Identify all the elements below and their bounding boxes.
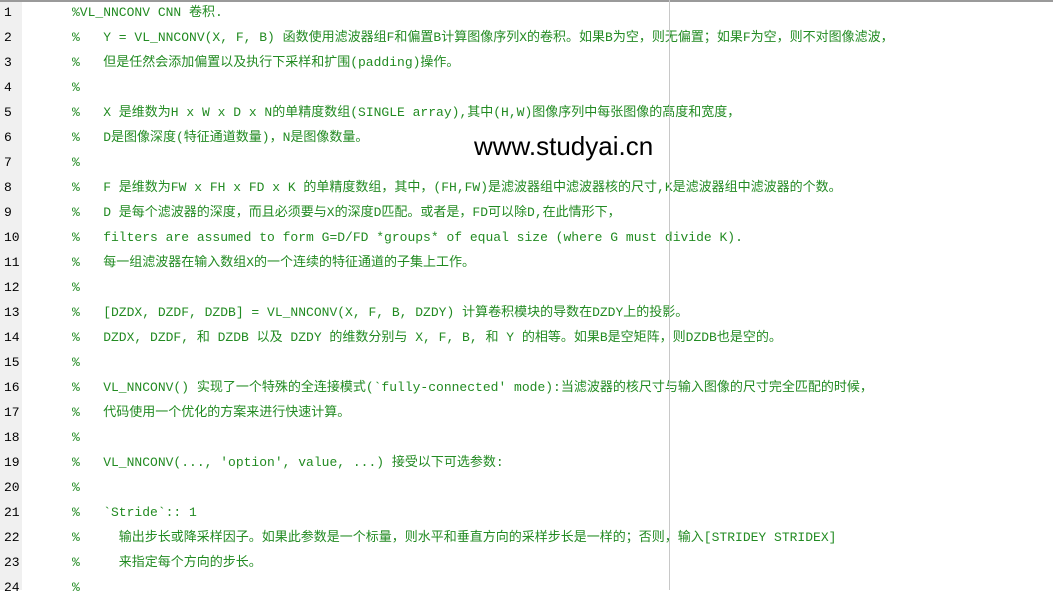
comment-text: % 每一组滤波器在输入数组X的一个连续的特征通道的子集上工作。 xyxy=(72,255,476,270)
line-number: 18 xyxy=(4,430,20,445)
line-number: 11 xyxy=(4,255,20,270)
code-line[interactable]: 2 % Y = VL_NNCONV(X, F, B) 函数使用滤波器组F和偏置B计… xyxy=(0,25,1053,50)
comment-text: % Y = VL_NNCONV(X, F, B) 函数使用滤波器组F和偏置B计算… xyxy=(72,30,894,45)
code-line[interactable]: 17 % 代码使用一个优化的方案来进行快速计算。 xyxy=(0,400,1053,425)
comment-text: % X 是维数为H x W x D x N的单精度数组(SINGLE array… xyxy=(72,105,741,120)
line-number: 22 xyxy=(4,530,20,545)
comment-text: % DZDX, DZDF, 和 DZDB 以及 DZDY 的维数分别与 X, F… xyxy=(72,330,782,345)
code-line[interactable]: 4% xyxy=(0,75,1053,100)
code-line[interactable]: 22 % 输出步长或降采样因子。如果此参数是一个标量，则水平和垂直方向的采样步长是… xyxy=(0,525,1053,550)
code-line[interactable]: 18% xyxy=(0,425,1053,450)
line-number: 1 xyxy=(4,5,12,20)
line-number: 8 xyxy=(4,180,12,195)
comment-text: % xyxy=(72,430,80,445)
code-line[interactable]: 3 % 但是任然会添加偏置以及执行下采样和扩围(padding)操作。 xyxy=(0,50,1053,75)
code-line[interactable]: 16 % VL_NNCONV() 实现了一个特殊的全连接模式(`fully-con… xyxy=(0,375,1053,400)
right-margin-line xyxy=(669,0,670,590)
line-number: 2 xyxy=(4,30,12,45)
comment-text: % VL_NNCONV(..., 'option', value, ...) 接… xyxy=(72,455,504,470)
code-line[interactable]: 13 % [DZDX, DZDF, DZDB] = VL_NNCONV(X, F,… xyxy=(0,300,1053,325)
comment-text: % D 是每个滤波器的深度，而且必须要与X的深度D匹配。或者是，FD可以除D,在… xyxy=(72,205,621,220)
code-line[interactable]: 11 % 每一组滤波器在输入数组X的一个连续的特征通道的子集上工作。 xyxy=(0,250,1053,275)
code-line[interactable]: 20% xyxy=(0,475,1053,500)
line-number: 12 xyxy=(4,280,20,295)
code-line[interactable]: 24% xyxy=(0,575,1053,600)
line-number: 24 xyxy=(4,580,20,595)
line-number: 17 xyxy=(4,405,20,420)
line-number: 19 xyxy=(4,455,20,470)
comment-text: % xyxy=(72,580,80,595)
watermark: www.studyai.cn xyxy=(474,131,654,161)
comment-text: % xyxy=(72,280,80,295)
comment-text: % xyxy=(72,480,80,495)
code-line[interactable]: 1 %VL_NNCONV CNN 卷积. xyxy=(0,0,1053,25)
comment-text: % xyxy=(72,355,80,370)
line-number: 20 xyxy=(4,480,20,495)
code-line[interactable]: 15% xyxy=(0,350,1053,375)
comment-text: % 输出步长或降采样因子。如果此参数是一个标量，则水平和垂直方向的采样步长是一样… xyxy=(72,530,837,545)
code-line[interactable]: 8 % F 是维数为FW x FH x FD x K 的单精度数组，其中，(FH,… xyxy=(0,175,1053,200)
code-line[interactable]: 23 % 来指定每个方向的步长。 xyxy=(0,550,1053,575)
line-number: 5 xyxy=(4,105,12,120)
line-number: 4 xyxy=(4,80,12,95)
code-line[interactable]: 10 % filters are assumed to form G=D/FD *… xyxy=(0,225,1053,250)
line-number: 15 xyxy=(4,355,20,370)
line-number: 6 xyxy=(4,130,12,145)
line-number: 7 xyxy=(4,155,12,170)
comment-text: % 但是任然会添加偏置以及执行下采样和扩围(padding)操作。 xyxy=(72,55,460,70)
comment-text: % 来指定每个方向的步长。 xyxy=(72,555,262,570)
line-number: 10 xyxy=(4,230,20,245)
comment-text: % `Stride`:: 1 xyxy=(72,505,197,520)
code-line[interactable]: 9 % D 是每个滤波器的深度，而且必须要与X的深度D匹配。或者是，FD可以除D,… xyxy=(0,200,1053,225)
line-number: 16 xyxy=(4,380,20,395)
code-line[interactable]: 5 % X 是维数为H x W x D x N的单精度数组(SINGLE arra… xyxy=(0,100,1053,125)
line-number: 9 xyxy=(4,205,12,220)
comment-text: % [DZDX, DZDF, DZDB] = VL_NNCONV(X, F, B… xyxy=(72,305,689,320)
comment-text: % VL_NNCONV() 实现了一个特殊的全连接模式(`fully-conne… xyxy=(72,380,873,395)
line-number: 13 xyxy=(4,305,20,320)
line-number: 23 xyxy=(4,555,20,570)
comment-text: % xyxy=(72,155,80,170)
code-line[interactable]: 14 % DZDX, DZDF, 和 DZDB 以及 DZDY 的维数分别与 X,… xyxy=(0,325,1053,350)
line-number: 3 xyxy=(4,55,12,70)
comment-text: % filters are assumed to form G=D/FD *gr… xyxy=(72,230,743,245)
code-line[interactable]: 12% xyxy=(0,275,1053,300)
line-number: 14 xyxy=(4,330,20,345)
comment-text: % xyxy=(72,80,80,95)
comment-text: % F 是维数为FW x FH x FD x K 的单精度数组，其中，(FH,F… xyxy=(72,180,842,195)
comment-text: % 代码使用一个优化的方案来进行快速计算。 xyxy=(72,405,351,420)
code-line[interactable]: 19 % VL_NNCONV(..., 'option', value, ...)… xyxy=(0,450,1053,475)
line-number: 21 xyxy=(4,505,20,520)
code-line[interactable]: 21 % `Stride`:: 1 xyxy=(0,500,1053,525)
comment-text: % D是图像深度(特征通道数量)，N是图像数量。 xyxy=(72,130,369,145)
comment-text: %VL_NNCONV CNN 卷积. xyxy=(72,5,223,20)
